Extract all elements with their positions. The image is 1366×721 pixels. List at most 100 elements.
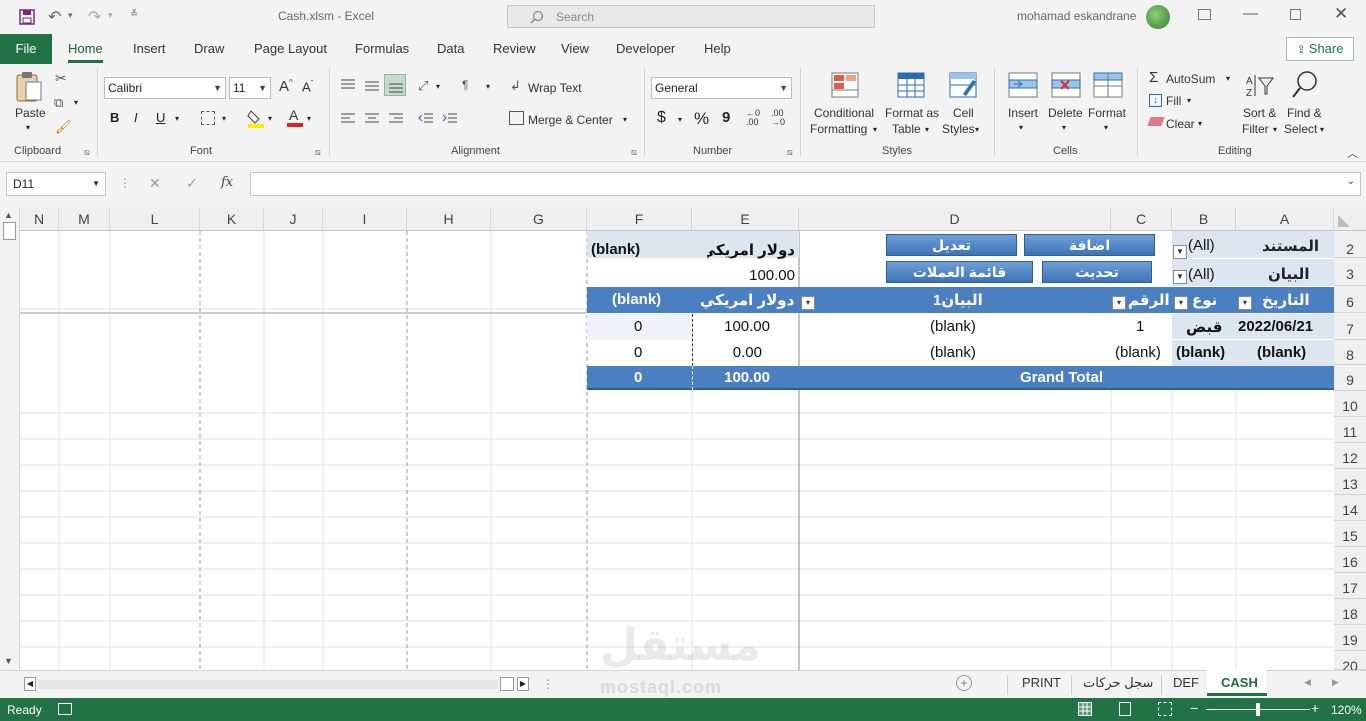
- align-right-icon[interactable]: [388, 112, 404, 126]
- zoom-out-icon[interactable]: −: [1190, 700, 1198, 716]
- sheet-tab-cash[interactable]: CASH: [1221, 675, 1258, 690]
- edit-button[interactable]: تعديل: [886, 234, 1017, 256]
- header-date-filter-icon[interactable]: ▾: [1238, 296, 1252, 310]
- align-middle-icon[interactable]: [364, 78, 380, 92]
- name-box[interactable]: D11 ▼: [6, 172, 106, 196]
- sort-filter-label-1[interactable]: Sort &: [1243, 106, 1276, 120]
- horizontal-scroll-thumb[interactable]: [500, 677, 514, 691]
- borders-icon[interactable]: [201, 111, 215, 125]
- paste-label[interactable]: Paste: [15, 106, 46, 120]
- search-box[interactable]: Search: [507, 5, 875, 28]
- format-as-table-label-2[interactable]: Table: [892, 122, 921, 136]
- row-header-12[interactable]: 12: [1334, 443, 1366, 469]
- format-as-table-label-1[interactable]: Format as: [885, 106, 939, 120]
- delete-cells-icon[interactable]: [1051, 72, 1081, 98]
- macro-record-icon[interactable]: [58, 703, 72, 715]
- fill-button[interactable]: Fill: [1166, 94, 1181, 108]
- prev-sheet-icon[interactable]: ◀: [1304, 677, 1311, 688]
- cell-styles-dropdown-icon[interactable]: ▾: [975, 125, 979, 134]
- row-header-11[interactable]: 11: [1334, 417, 1366, 443]
- cell-styles-label-1[interactable]: Cell: [953, 106, 974, 120]
- alignment-launcher-icon[interactable]: ⧅: [631, 147, 637, 158]
- fill-dropdown-icon[interactable]: ▾: [1187, 96, 1191, 105]
- sort-filter-dropdown-icon[interactable]: ▾: [1273, 125, 1277, 134]
- row-header-7[interactable]: 7: [1334, 313, 1366, 340]
- delete-dropdown-icon[interactable]: ▾: [1062, 123, 1066, 132]
- cell-styles-label-2[interactable]: Styles: [942, 122, 975, 136]
- next-sheet-icon[interactable]: ▶: [1332, 677, 1339, 688]
- column-header-b[interactable]: B: [1172, 208, 1236, 231]
- column-header-f[interactable]: F: [587, 208, 692, 231]
- format-as-table-dropdown-icon[interactable]: ▾: [925, 125, 929, 134]
- avatar[interactable]: [1146, 5, 1170, 29]
- orientation-icon[interactable]: ⤢: [418, 78, 428, 94]
- column-header-l[interactable]: L: [110, 208, 200, 231]
- conditional-formatting-dropdown-icon[interactable]: ▾: [873, 125, 877, 134]
- column-header-h[interactable]: H: [407, 208, 491, 231]
- sheet-tab-def[interactable]: DEF: [1173, 675, 1199, 690]
- tab-data[interactable]: Data: [437, 41, 464, 56]
- add-sheet-icon[interactable]: +: [956, 675, 972, 691]
- currency-dropdown-icon[interactable]: ▾: [678, 115, 682, 124]
- find-select-icon[interactable]: [1291, 70, 1319, 100]
- ribbon-display-icon[interactable]: [1198, 9, 1211, 20]
- column-header-k[interactable]: K: [200, 208, 264, 231]
- user-name[interactable]: mohamad eskandrane: [1017, 9, 1136, 23]
- font-color-dropdown-icon[interactable]: ▾: [307, 114, 311, 123]
- column-header-c[interactable]: C: [1111, 208, 1172, 231]
- minimize-icon[interactable]: —: [1243, 5, 1258, 22]
- scroll-right-icon[interactable]: ▶: [517, 677, 529, 691]
- select-all-corner[interactable]: [1334, 208, 1366, 231]
- align-left-icon[interactable]: [340, 112, 356, 126]
- horizontal-scrollbar[interactable]: [38, 680, 498, 689]
- row-header-2[interactable]: 2: [1334, 231, 1366, 258]
- column-header-i[interactable]: I: [323, 208, 407, 231]
- restore-icon[interactable]: [1290, 9, 1301, 20]
- sort-filter-icon[interactable]: AZ: [1246, 72, 1276, 100]
- tab-draw[interactable]: Draw: [194, 41, 224, 56]
- increase-font-icon[interactable]: A^: [279, 78, 293, 95]
- find-select-dropdown-icon[interactable]: ▾: [1320, 125, 1324, 134]
- merge-center-icon[interactable]: [509, 111, 524, 125]
- column-header-e[interactable]: E: [692, 208, 799, 231]
- conditional-formatting-label-1[interactable]: Conditional: [814, 106, 874, 120]
- column-header-g[interactable]: G: [491, 208, 587, 231]
- align-bottom-icon[interactable]: [384, 74, 406, 96]
- clear-dropdown-icon[interactable]: ▾: [1198, 119, 1202, 128]
- conditional-formatting-label-2[interactable]: Formatting: [810, 122, 867, 136]
- zoom-in-icon[interactable]: +: [1311, 700, 1319, 716]
- percent-button[interactable]: %: [694, 109, 709, 129]
- row-header-6[interactable]: 6: [1334, 286, 1366, 313]
- more-icon[interactable]: ⋮: [542, 677, 554, 691]
- find-select-label-2[interactable]: Select: [1284, 122, 1317, 136]
- vertical-scrollbar[interactable]: [0, 208, 20, 670]
- increase-decimal-icon[interactable]: ←0.00: [746, 109, 760, 127]
- zoom-slider-thumb[interactable]: [1256, 703, 1260, 716]
- filter-dropdown-document[interactable]: ▼: [1173, 245, 1187, 259]
- underline-dropdown-icon[interactable]: ▾: [175, 114, 179, 123]
- tab-review[interactable]: Review: [493, 41, 536, 56]
- autosum-dropdown-icon[interactable]: ▾: [1226, 74, 1230, 83]
- paste-dropdown-icon[interactable]: ▾: [26, 123, 30, 132]
- insert-function-button[interactable]: fx: [221, 175, 233, 190]
- font-name-combo[interactable]: Calibri ▼: [104, 77, 226, 99]
- undo-dropdown-icon[interactable]: ▾: [68, 10, 73, 21]
- row-header-15[interactable]: 15: [1334, 521, 1366, 547]
- wrap-text-button[interactable]: Wrap Text: [528, 81, 582, 95]
- column-header-j[interactable]: J: [264, 208, 323, 231]
- tab-developer[interactable]: Developer: [616, 41, 675, 56]
- close-icon[interactable]: ✕: [1334, 4, 1348, 24]
- row-header-9[interactable]: 9: [1334, 365, 1366, 391]
- eraser-icon[interactable]: [1147, 117, 1165, 126]
- fill-color-icon[interactable]: [247, 108, 265, 128]
- column-header-d[interactable]: D: [799, 208, 1111, 231]
- tab-help[interactable]: Help: [704, 41, 731, 56]
- row-header-18[interactable]: 18: [1334, 599, 1366, 625]
- paste-icon[interactable]: [14, 70, 44, 104]
- bold-button[interactable]: B: [110, 110, 119, 125]
- merge-dropdown-icon[interactable]: ▾: [623, 115, 627, 124]
- currency-button[interactable]: $: [657, 109, 666, 127]
- cell-styles-icon[interactable]: [949, 72, 977, 98]
- redo-dropdown-icon[interactable]: ▾: [108, 10, 113, 21]
- normal-view-icon[interactable]: [1078, 702, 1092, 716]
